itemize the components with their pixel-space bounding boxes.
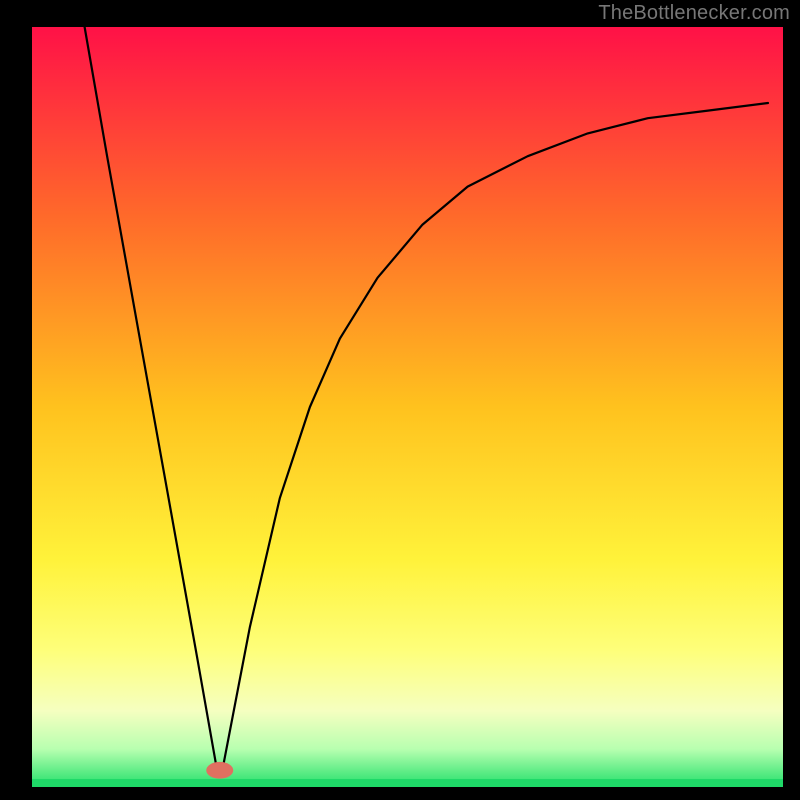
baseline-strip [32, 779, 783, 787]
plot-background [32, 27, 783, 787]
watermark-text: TheBottlenecker.com [598, 2, 790, 25]
chart-svg [0, 0, 800, 800]
chart-container: TheBottlenecker.com [0, 0, 800, 800]
optimum-marker [206, 762, 233, 779]
